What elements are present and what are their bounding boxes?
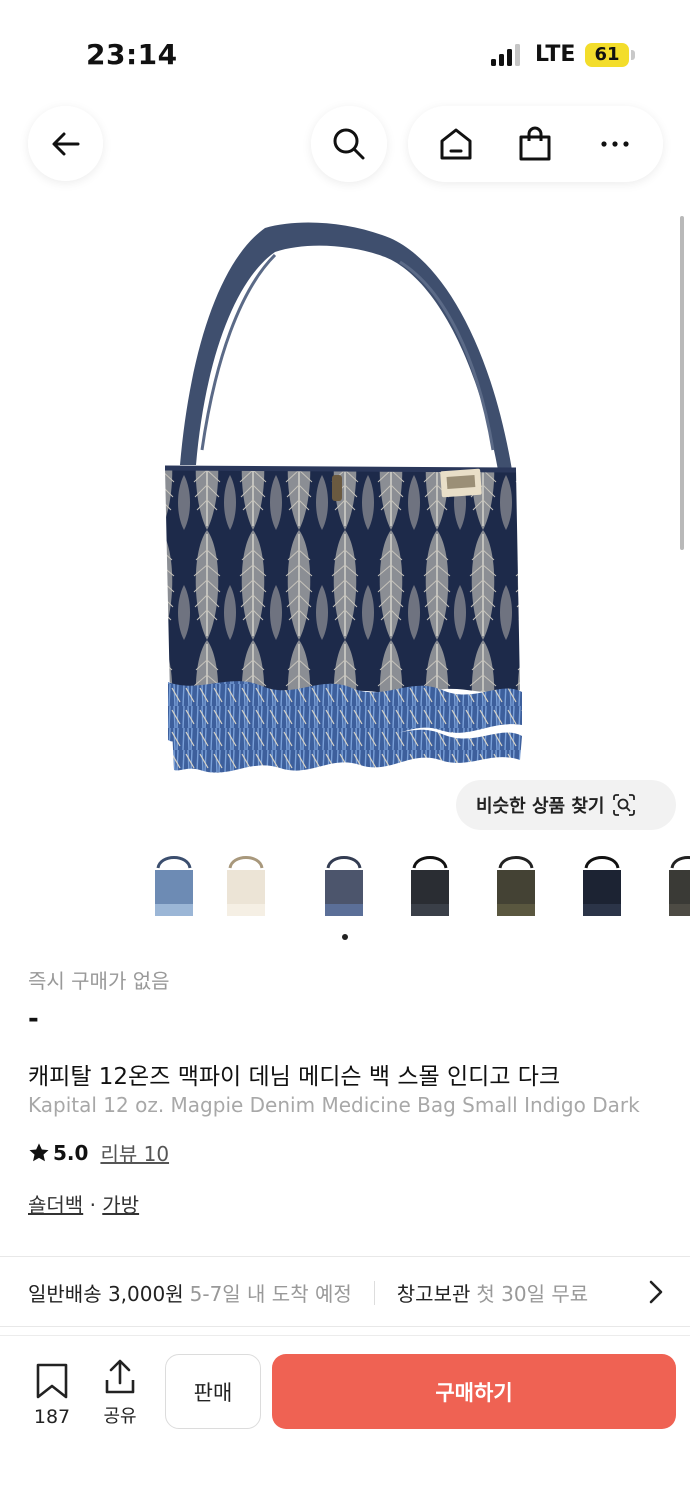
thumbnail-5[interactable] [482,848,550,928]
instant-purchase-status: 즉시 구매가 없음 [28,969,170,993]
price: - [28,1004,39,1034]
find-similar-button[interactable]: 비슷한 상품 찾기 [456,780,676,830]
warehouse-label: 창고보관 [396,1282,471,1306]
thumbnail-1[interactable] [140,848,208,928]
product-image[interactable] [0,200,690,830]
thumbnail-6[interactable] [568,848,636,928]
share-button[interactable]: 공유 [100,1358,140,1428]
buy-button[interactable]: 구매하기 [272,1354,676,1429]
category-link-shoulder-bag[interactable]: 숄더백 [28,1193,83,1217]
category-breadcrumb: 숄더백 · 가방 [28,1189,139,1218]
thumbnail-strip [140,848,690,928]
nav-action-group [408,106,663,182]
more-icon [601,141,629,147]
standard-delivery-eta: 5-7일 내 도착 예정 [189,1282,352,1306]
category-link-bag[interactable]: 가방 [102,1193,139,1217]
product-title-english: Kapital 12 oz. Magpie Denim Medicine Bag… [28,1093,640,1117]
bottom-action-bar: 187 공유 판매 구매하기 [0,1335,690,1500]
divider [0,1326,690,1327]
product-title-korean: 캐피탈 12온즈 맥파이 데님 메디슨 백 스몰 인디고 다크 [28,1064,561,1090]
delivery-separator [373,1280,375,1305]
star-icon [29,1142,49,1161]
divider [0,1256,690,1257]
warehouse-promo: 첫 30일 무료 [476,1282,589,1306]
thumbnail-7[interactable] [654,848,690,928]
status-time: 23:14 [86,38,178,71]
bookmark-count: 187 [33,1406,71,1428]
find-similar-label: 비슷한 상품 찾기 [476,796,605,817]
shopping-bag-icon [519,126,551,161]
back-arrow-icon [52,132,79,155]
page-scrollbar[interactable] [680,216,684,550]
share-label: 공유 [103,1406,137,1427]
status-bar: 23:14 LTE 61 [0,0,690,100]
battery-cap [631,50,635,60]
bookmark-button[interactable]: 187 [30,1362,74,1428]
battery-icon: 61 [585,43,629,67]
rating-row: 5.0 리뷰 10 [28,1138,169,1167]
thumbnail-3[interactable] [310,848,378,928]
bookmark-icon [36,1363,68,1399]
home-icon [440,128,472,160]
visual-search-icon [613,794,636,816]
sell-button[interactable]: 판매 [165,1354,261,1429]
standard-delivery-label: 일반배송 3,000원 [28,1282,184,1306]
category-separator: · [89,1193,96,1217]
thumbnail-4[interactable] [396,848,464,928]
delivery-info[interactable]: 일반배송 3,000원 5-7일 내 도착 예정 창고보관 첫 30일 무료 [28,1278,588,1307]
search-button[interactable] [311,106,387,182]
cellular-signal-icon [491,44,521,66]
reviews-link[interactable]: 리뷰 10 [100,1138,169,1167]
carousel-indicator [342,934,348,940]
rating-score: 5.0 [53,1140,89,1165]
search-icon [333,128,365,160]
thumbnail-2[interactable] [212,848,280,928]
chevron-right-icon[interactable] [646,1279,666,1305]
home-button[interactable] [426,114,486,174]
shopping-bag-button[interactable] [505,114,565,174]
back-button[interactable] [28,106,103,181]
network-type: LTE [535,42,576,67]
share-icon [105,1359,135,1394]
more-button[interactable] [585,114,645,174]
